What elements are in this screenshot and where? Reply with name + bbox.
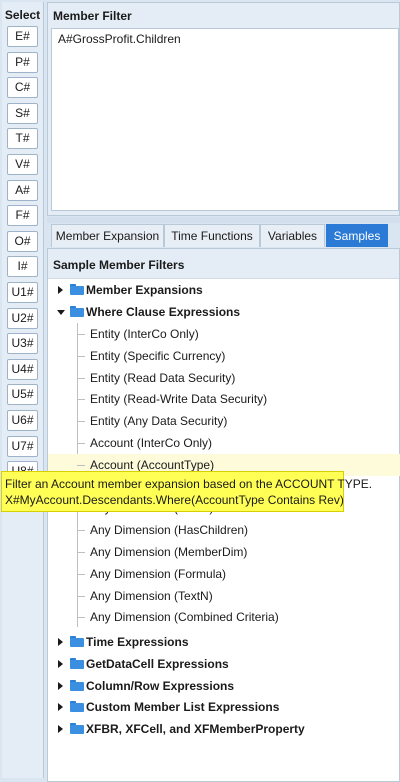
tree-node-group[interactable]: GetDataCell Expressions bbox=[48, 653, 400, 675]
select-button-a[interactable]: A# bbox=[7, 179, 38, 201]
tree-node-group[interactable]: Column/Row Expressions bbox=[48, 675, 400, 697]
select-button-u5[interactable]: U5# bbox=[7, 384, 38, 406]
tree-leaf-item[interactable]: Entity (Any Data Security) bbox=[48, 410, 400, 432]
collapse-caret-icon[interactable] bbox=[57, 310, 65, 315]
tree-leaf-item[interactable]: Entity (Read Data Security) bbox=[48, 367, 400, 389]
tree-connector bbox=[77, 464, 85, 466]
expand-caret-icon[interactable] bbox=[58, 659, 63, 668]
tree-connector bbox=[77, 443, 85, 444]
tree-leaf-item[interactable]: Account (InterCo Only) bbox=[48, 432, 400, 454]
tree-group-label: Time Expressions bbox=[86, 635, 189, 649]
tree-leaf-label: Entity (Any Data Security) bbox=[90, 414, 228, 429]
expand-caret-icon[interactable] bbox=[58, 703, 63, 712]
expand-caret-icon[interactable] bbox=[58, 681, 63, 690]
tree-leaf-item[interactable]: Any Dimension (HasChildren) bbox=[48, 519, 400, 541]
tree-leaf-label: Any Dimension (MemberDim) bbox=[90, 545, 248, 559]
select-button-o[interactable]: O# bbox=[7, 230, 38, 252]
tree-leaf-label: Entity (InterCo Only) bbox=[90, 327, 199, 341]
tree-leaf-label: Entity (Read Data Security) bbox=[90, 370, 236, 385]
folder-icon bbox=[70, 306, 84, 317]
tree-leaf-item[interactable]: Any Dimension (TextN) bbox=[48, 585, 400, 607]
tree-leaf-label: Any Dimension (Formula) bbox=[90, 566, 227, 581]
select-button-i[interactable]: I# bbox=[7, 256, 38, 278]
select-button-v[interactable]: V# bbox=[7, 154, 38, 175]
tree-connector bbox=[77, 595, 85, 597]
tab-variables[interactable]: Variables bbox=[260, 224, 325, 247]
tree-leaf-label: Entity (Read-Write Data Security) bbox=[90, 392, 268, 407]
tooltip-line-1: Filter an Account member expansion based… bbox=[5, 477, 373, 491]
tree-leaf-item[interactable]: Any Dimension (Combined Criteria) bbox=[48, 606, 400, 628]
tree-leaf-item[interactable]: Any Dimension (MemberDim) bbox=[48, 541, 400, 563]
tree-connector bbox=[77, 552, 85, 553]
tooltip-line-2: X#MyAccount.Descendants.Where(AccountTyp… bbox=[5, 493, 344, 507]
select-button-t[interactable]: T# bbox=[7, 128, 38, 150]
tree-leaf-label: Any Dimension (TextN) bbox=[90, 588, 213, 603]
tab-time-functions[interactable]: Time Functions bbox=[164, 224, 260, 247]
tree-connector bbox=[77, 617, 85, 619]
tree-group-label: GetDataCell Expressions bbox=[86, 656, 229, 671]
member-filter-panel: Member Filter A#GrossProfit.Children bbox=[47, 2, 400, 216]
tree-leaf-item[interactable]: Entity (InterCo Only) bbox=[48, 323, 400, 345]
samples-title: Sample Member Filters bbox=[48, 249, 399, 279]
member-filter-input[interactable]: A#GrossProfit.Children bbox=[51, 28, 399, 211]
tree-connector bbox=[77, 530, 85, 532]
expand-caret-icon[interactable] bbox=[58, 725, 63, 734]
tree-connector bbox=[77, 334, 85, 335]
folder-icon bbox=[70, 723, 84, 735]
tab-samples[interactable]: Samples bbox=[326, 224, 388, 247]
expand-caret-icon[interactable] bbox=[58, 286, 63, 294]
tree-connector bbox=[77, 355, 85, 357]
folder-icon bbox=[70, 701, 84, 713]
expand-caret-icon[interactable] bbox=[58, 638, 63, 646]
folder-icon bbox=[70, 657, 84, 669]
tree-leaf-item[interactable]: Any Dimension (Formula) bbox=[48, 563, 400, 585]
tree-leaf-item[interactable]: Entity (Specific Currency) bbox=[48, 345, 400, 367]
tree-group-label: XFBR, XFCell, and XFMemberProperty bbox=[86, 722, 305, 737]
select-button-u2[interactable]: U2# bbox=[7, 307, 38, 329]
tab-bar: Member Expansion Time Functions Variable… bbox=[47, 224, 400, 248]
tree-group-label: Column/Row Expressions bbox=[86, 678, 235, 693]
tree-leaf-label: Entity (Specific Currency) bbox=[90, 348, 226, 363]
select-button-u7[interactable]: U7# bbox=[7, 435, 38, 457]
tree-connector bbox=[77, 377, 85, 379]
select-button-u1[interactable]: U1# bbox=[7, 282, 38, 303]
select-button-c[interactable]: C# bbox=[7, 77, 38, 99]
select-title: Select bbox=[4, 8, 41, 22]
tree-node-group[interactable]: Custom Member List Expressions bbox=[48, 696, 400, 718]
select-button-s[interactable]: S# bbox=[7, 102, 38, 124]
member-filter-title: Member Filter bbox=[53, 9, 132, 23]
tree-node-group[interactable]: Time Expressions bbox=[48, 631, 400, 653]
tree-leaf-label: Any Dimension (Combined Criteria) bbox=[90, 610, 279, 625]
select-button-p[interactable]: P# bbox=[7, 51, 38, 73]
folder-icon bbox=[70, 636, 84, 647]
tab-member-expansion[interactable]: Member Expansion bbox=[51, 224, 164, 247]
tree-connector bbox=[77, 399, 85, 401]
tree-group-label: Custom Member List Expressions bbox=[86, 700, 280, 715]
tree-node-member-expansions[interactable]: Member Expansions bbox=[48, 279, 400, 301]
select-button-e[interactable]: E# bbox=[7, 26, 38, 47]
select-button-u4[interactable]: U4# bbox=[7, 358, 38, 380]
tree-connector bbox=[77, 421, 85, 423]
folder-icon bbox=[70, 679, 84, 691]
select-panel: Select E# P# C# S# T# V# A# F# O# I# U1# U2# U3# U4# U… bbox=[2, 2, 44, 778]
tree-leaf-label: Account (InterCo Only) bbox=[90, 436, 213, 450]
samples-panel: Sample Member Filters Member Expansions … bbox=[1, 248, 400, 782]
tree-connector bbox=[77, 573, 85, 575]
tree-leaf-label: Any Dimension (HasChildren) bbox=[90, 523, 249, 538]
select-button-f[interactable]: F# bbox=[7, 205, 38, 227]
tree-node-where-clause[interactable]: Where Clause Expressions bbox=[48, 301, 400, 323]
select-button-u3[interactable]: U3# bbox=[7, 333, 38, 355]
tree-node-group[interactable]: XFBR, XFCell, and XFMemberProperty bbox=[48, 718, 400, 740]
tree-leaf-item[interactable]: Entity (Read-Write Data Security) bbox=[48, 388, 400, 410]
tooltip: Filter an Account member expansion based… bbox=[1, 471, 373, 512]
folder-icon bbox=[70, 284, 84, 295]
splitter[interactable] bbox=[47, 217, 400, 223]
select-button-u6[interactable]: U6# bbox=[7, 410, 38, 431]
